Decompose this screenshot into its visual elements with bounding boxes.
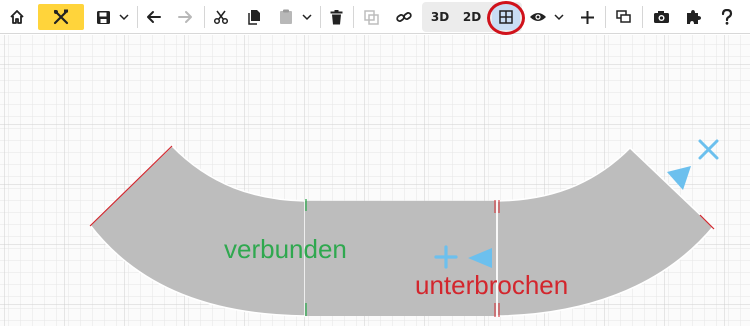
undo-arrow-icon xyxy=(147,11,161,23)
visibility-options-dropdown[interactable] xyxy=(553,4,565,30)
copy-button[interactable] xyxy=(243,4,265,30)
plan-svg: verbunden unterbrochen xyxy=(0,35,750,326)
toolbar-separator xyxy=(605,6,606,28)
paste-icon xyxy=(280,9,292,24)
paste-button[interactable] xyxy=(276,4,296,30)
view-3d-label: 3D xyxy=(430,10,450,24)
layers-button[interactable] xyxy=(612,4,634,30)
toolbar-separator xyxy=(320,6,321,28)
duplicate-button[interactable] xyxy=(360,4,382,30)
toolbar-separator xyxy=(137,6,138,28)
save-icon xyxy=(96,10,110,24)
add-button[interactable] xyxy=(576,4,598,30)
toolbar-separator xyxy=(642,6,643,28)
help-icon xyxy=(721,9,733,25)
paste-options-dropdown[interactable] xyxy=(301,4,313,30)
tools-icon xyxy=(53,9,69,25)
screenshot-button[interactable] xyxy=(649,4,673,30)
label-connected: verbunden xyxy=(224,234,347,264)
toolbar-separator xyxy=(204,6,205,28)
cut-button[interactable] xyxy=(210,4,232,30)
home-button[interactable] xyxy=(4,4,30,30)
redo-arrow-icon xyxy=(178,11,192,23)
camera-icon xyxy=(653,11,669,23)
copy-icon xyxy=(247,10,260,25)
view-2d-label: 2D xyxy=(462,10,482,24)
view-2d-button[interactable]: 2D xyxy=(459,4,485,30)
puzzle-icon xyxy=(687,10,701,24)
view-3d-button[interactable]: 3D xyxy=(427,4,453,30)
plus-icon xyxy=(580,10,594,24)
plugins-button[interactable] xyxy=(681,4,705,30)
delete-button[interactable] xyxy=(326,4,346,30)
toolbar-separator xyxy=(353,6,354,28)
trash-icon xyxy=(330,9,342,24)
chevron-down-icon xyxy=(119,14,129,21)
save-options-dropdown[interactable] xyxy=(118,4,130,30)
undo-button[interactable] xyxy=(143,4,165,30)
help-button[interactable] xyxy=(714,4,740,30)
save-button[interactable] xyxy=(92,4,114,30)
grid-toggle-button[interactable] xyxy=(492,4,520,30)
redo-button[interactable] xyxy=(174,4,196,30)
home-icon xyxy=(10,10,24,24)
tools-button[interactable] xyxy=(38,4,84,30)
link-button[interactable] xyxy=(392,4,416,30)
grid-icon xyxy=(499,10,513,24)
cut-icon xyxy=(213,10,229,25)
layers-icon xyxy=(615,10,631,23)
label-interrupted: unterbrochen xyxy=(415,270,568,300)
chevron-down-icon xyxy=(302,14,312,21)
link-icon xyxy=(396,12,412,22)
visibility-button[interactable] xyxy=(527,4,549,30)
plan-canvas[interactable]: verbunden unterbrochen xyxy=(0,35,750,326)
toolbar: 3D 2D xyxy=(0,0,750,35)
chevron-down-icon xyxy=(554,14,564,21)
eye-icon xyxy=(530,13,546,21)
duplicate-icon xyxy=(363,9,379,25)
